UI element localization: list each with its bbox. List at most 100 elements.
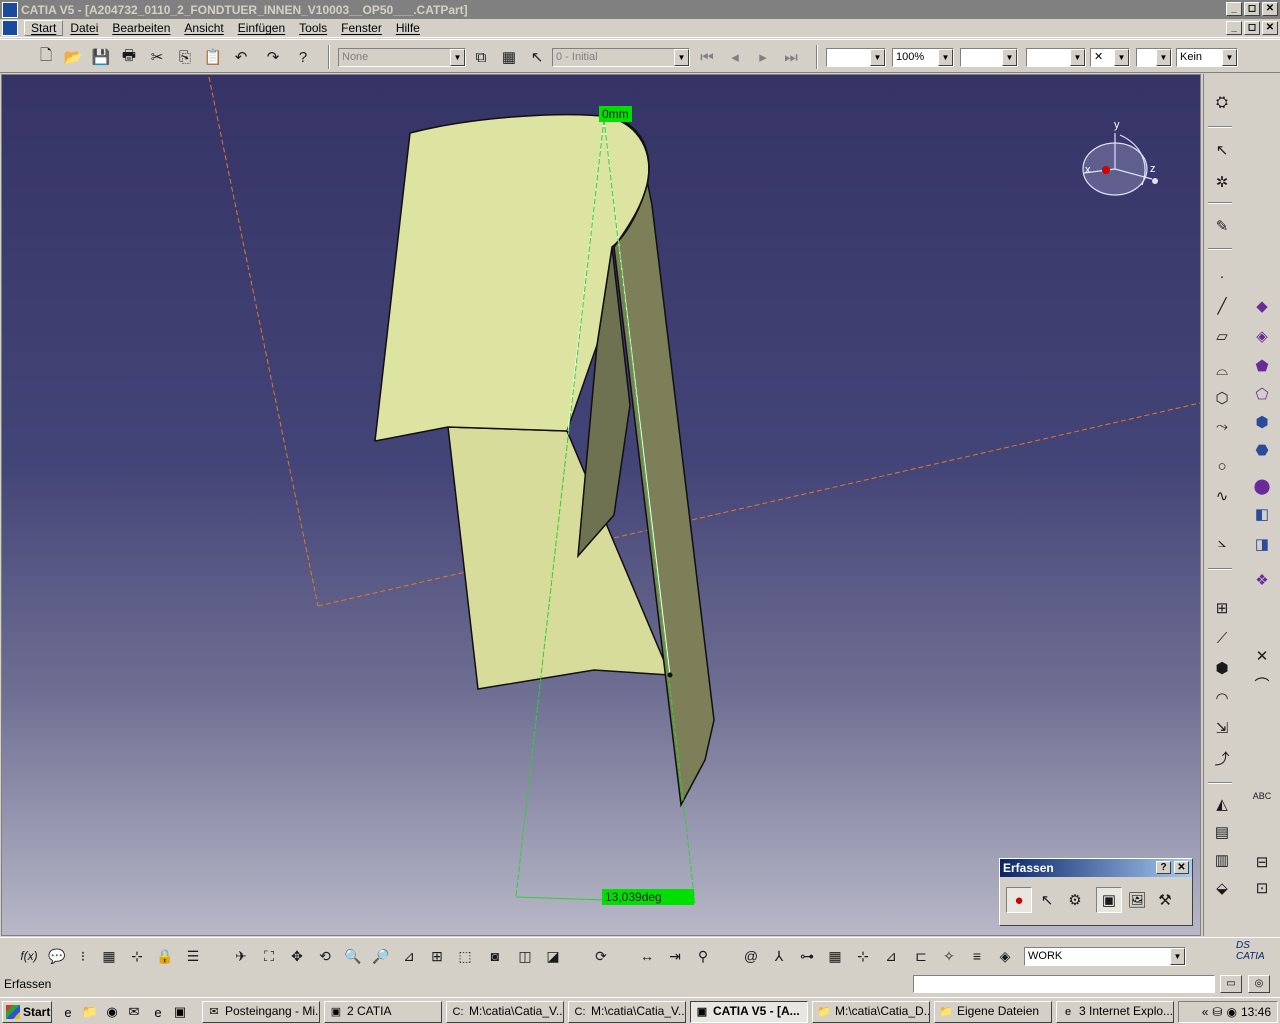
menu-einfuegen[interactable]: Einfügen [231,21,292,35]
doc-close-button[interactable]: ✕ [1262,21,1278,35]
taskbar-item-catia-group[interactable]: ▣ 2 CATIA [324,1001,442,1023]
capture-mode-icon[interactable]: ▣ [1096,887,1122,913]
thickness-icon[interactable]: ⬢ [1250,410,1274,434]
taskbar-item-cmd-2[interactable]: C: M:\catia\Catia_V... [568,1001,686,1023]
open-folder-icon[interactable]: 📂 [62,46,84,68]
analysis-icon[interactable]: ◭ [1210,792,1234,816]
next-step-icon[interactable]: ▸ [752,46,774,68]
desktop-quicklaunch-icon[interactable]: ▣ [172,1004,188,1020]
spiral-icon[interactable]: @ [740,945,762,967]
menu-start[interactable]: Start [24,20,64,36]
previous-step-icon[interactable]: ◂ [724,46,746,68]
catia-app-icon[interactable] [2,1,18,18]
close-surface-icon[interactable]: ⬣ [1250,438,1274,462]
taskbar-item-eigene-dateien[interactable]: 📁 Eigene Dateien [934,1001,1052,1023]
measure-item-icon[interactable]: ⇥ [664,945,686,967]
explorer-quicklaunch-icon[interactable]: 📁 [82,1004,98,1020]
snapshot-combo[interactable]: 0 - Initial ▼ [552,48,690,67]
command-stop-button[interactable]: ◎ [1248,975,1270,993]
first-step-icon[interactable]: ⏮ [696,46,718,68]
side-panel-surface[interactable] [613,177,715,808]
line-type-combo[interactable]: ▼ [1026,48,1086,67]
join-icon[interactable]: ⊞ [1210,596,1234,620]
workbench-switch-icon[interactable]: ◈ [994,945,1016,967]
chevron-down-icon[interactable]: ▼ [870,49,885,66]
save-icon[interactable]: 💾 [90,46,112,68]
chevron-down-icon[interactable]: ▼ [1002,49,1017,66]
chevron-down-icon[interactable]: ▼ [1222,49,1237,66]
pan-icon[interactable]: ✥ [286,945,308,967]
render-style-combo[interactable]: Kein ▼ [1176,48,1238,67]
length-dimension-label[interactable]: 0mm [599,106,632,122]
groove-icon[interactable]: ⬠ [1250,382,1274,406]
chevron-down-icon[interactable]: ▼ [1070,49,1085,66]
parameter-icon[interactable]: ⁝ [72,945,94,967]
iso-view-icon[interactable]: ⬚ [454,945,476,967]
lower-surface[interactable] [447,426,672,690]
translate-icon[interactable]: ⇲ [1210,716,1234,740]
fillet-icon[interactable]: ◠ [1210,686,1234,710]
menu-ansicht[interactable]: Ansicht [177,21,230,35]
pad-icon[interactable]: ◆ [1250,294,1274,318]
erfassen-toolbar[interactable]: Erfassen ? ✕ ● ↖ ⚙ ▣ 🖼 ⚒ [999,858,1193,926]
clock[interactable]: 13:46 [1241,1005,1271,1019]
chevron-down-icon[interactable]: ▼ [938,49,953,66]
ie2-quicklaunch-icon[interactable]: e [150,1004,166,1020]
chevron-down-icon[interactable]: ▼ [1170,948,1185,965]
grid-icon[interactable]: ▦ [498,46,520,68]
doc-minimize-button[interactable]: _ [1226,21,1242,35]
taskbar-item-internet-explorer[interactable]: e 3 Internet Explo... [1056,1001,1174,1023]
whats-this-help-icon[interactable]: ? [292,46,314,68]
hide-show-icon[interactable]: ◫ [514,945,536,967]
explode-icon[interactable]: ✲ [1210,170,1234,194]
slot-icon[interactable]: ◨ [1250,532,1274,556]
measure-inertia-icon[interactable]: ⚲ [692,945,714,967]
extrapolate-icon[interactable]: ⤴ [1210,746,1234,770]
workbench-combo[interactable]: WORK ▼ [1024,947,1186,966]
close-button[interactable]: ✕ [1262,2,1278,16]
new-file-icon[interactable]: 🗋 [35,46,57,68]
menu-fenster[interactable]: Fenster [334,21,389,35]
tray-expand-icon[interactable]: « [1202,1005,1209,1019]
line-thickness-combo[interactable]: ▼ [960,48,1018,67]
boundary-icon[interactable]: ⬢ [1210,656,1234,680]
formula-icon[interactable]: f(x) [18,945,40,967]
project-icon[interactable]: ⌒ [1250,672,1274,696]
boolean-icon[interactable]: ❖ [1250,568,1274,592]
stack-icon[interactable]: ≡ [966,945,988,967]
offset-surface-icon[interactable]: ⬡ [1210,386,1234,410]
normal-view-icon[interactable]: ⊿ [398,945,420,967]
image-album-icon[interactable]: 🖼 [1124,887,1150,913]
minimize-button[interactable]: _ [1226,2,1242,16]
update-icon[interactable]: ⟳ [590,945,612,967]
command-history-button[interactable]: ▭ [1220,975,1242,993]
media-quicklaunch-icon[interactable]: ◉ [104,1004,120,1020]
rib-icon[interactable]: ◧ [1250,502,1274,526]
chevron-down-icon[interactable]: ▼ [1156,49,1171,66]
line-icon[interactable]: ╱ [1210,294,1234,318]
select-arrow-icon[interactable]: ↖ [526,46,548,68]
split-icon[interactable]: ⟋ [1210,626,1234,650]
measure-between-icon[interactable]: ↔ [636,945,658,967]
transparency-combo[interactable]: 100% ▼ [892,48,954,67]
work-grid-icon[interactable]: ▦ [824,945,846,967]
publish-icon[interactable]: ✧ [938,945,960,967]
plane-icon[interactable]: ▱ [1210,324,1234,348]
volume-tray-icon[interactable]: ◉ [1226,1005,1236,1019]
chevron-down-icon[interactable]: ▼ [674,49,689,66]
network-tray-icon[interactable]: ⛁ [1212,1005,1222,1019]
menu-datei[interactable]: Datei [63,21,105,35]
geometry-canvas[interactable] [2,75,1201,936]
print-icon[interactable]: 🖶 [118,46,140,68]
rotate-icon[interactable]: ⟲ [314,945,336,967]
table-icon[interactable]: ⊟ [1250,850,1274,874]
undo-icon[interactable]: ↶ [230,46,252,68]
shaft-icon[interactable]: ⬟ [1250,354,1274,378]
start-button[interactable]: Start [2,1001,52,1023]
comment-icon[interactable]: 💬 [46,945,68,967]
law-icon[interactable]: ⦣ [1210,530,1234,554]
capture-options-icon[interactable]: ⚙ [1062,887,1088,913]
curvature-icon[interactable]: ⬙ [1210,876,1234,900]
annotation-icon[interactable]: ABC [1250,784,1274,808]
swap-space-icon[interactable]: ◪ [542,945,564,967]
